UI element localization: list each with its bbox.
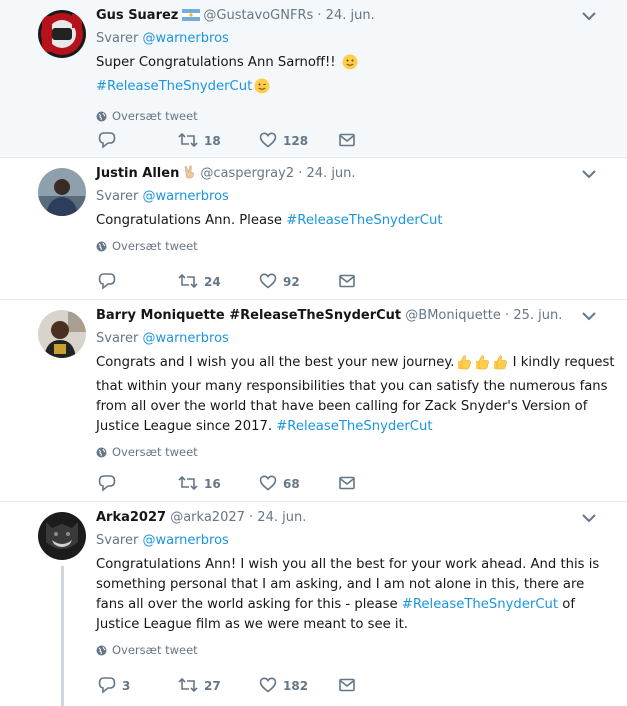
- tweet[interactable]: Arka2027 @arka2027 · 24. jun. Svarer @wa…: [0, 502, 627, 706]
- tweet-text: Super Congratulations Ann Sarnoff!! #Rel…: [96, 53, 615, 101]
- reply-icon: [98, 273, 116, 290]
- direct-message-icon: [339, 274, 355, 288]
- avatar[interactable]: [38, 512, 86, 560]
- chevron-down-icon[interactable]: [581, 11, 597, 21]
- translate-tweet-link[interactable]: Oversæt tweet: [96, 238, 615, 254]
- reply-button[interactable]: [98, 474, 122, 494]
- replies-feed: Gus Suarez @GustavoGNFRs · 24. jun. Svare…: [0, 0, 627, 706]
- tweet-actions: 24 92: [98, 272, 368, 292]
- tweet[interactable]: Barry Moniquette #ReleaseTheSnyderCut @B…: [0, 300, 627, 502]
- translate-tweet-link[interactable]: Oversæt tweet: [96, 444, 615, 460]
- display-name[interactable]: Arka2027: [96, 510, 166, 525]
- avatar[interactable]: [38, 310, 86, 358]
- chevron-down-icon[interactable]: [581, 311, 597, 321]
- like-icon: [259, 132, 277, 148]
- tweet[interactable]: Gus Suarez @GustavoGNFRs · 24. jun. Svare…: [0, 0, 627, 158]
- like-button[interactable]: 182: [259, 676, 308, 696]
- reply-to-user-link[interactable]: @warnerbros: [142, 189, 228, 204]
- tweet-actions: 3 27 182: [98, 676, 368, 696]
- reply-to-user-link[interactable]: @warnerbros: [142, 533, 228, 548]
- like-button[interactable]: 68: [259, 474, 300, 494]
- display-name[interactable]: Barry Moniquette #ReleaseTheSnyderCut: [96, 308, 401, 323]
- user-handle[interactable]: @arka2027: [170, 510, 245, 525]
- like-icon: [259, 677, 277, 693]
- direct-message-button[interactable]: [338, 272, 356, 292]
- like-button[interactable]: 92: [259, 272, 300, 292]
- thumbs-up-emoji: [456, 354, 472, 377]
- tweet-text: Congrats and I wish you all the best you…: [96, 354, 615, 434]
- victory-hand-icon: [183, 165, 197, 186]
- reply-button[interactable]: 3: [98, 676, 130, 696]
- chevron-down-icon[interactable]: [581, 513, 597, 523]
- hashtag-link[interactable]: #ReleaseTheSnyderCut: [286, 213, 442, 228]
- reply-context: Svarer @warnerbros: [96, 331, 229, 346]
- retweet-icon: [178, 475, 198, 491]
- reply-button[interactable]: [98, 131, 122, 151]
- direct-message-icon: [339, 476, 355, 490]
- like-icon: [259, 273, 277, 289]
- tweet-date[interactable]: 24. jun.: [307, 166, 356, 181]
- tweet-actions: 18 128: [98, 131, 368, 151]
- globe-icon: [96, 644, 107, 660]
- reply-icon: [98, 475, 116, 492]
- reply-icon: [98, 132, 116, 149]
- globe-icon: [96, 110, 107, 126]
- tweet-text: Congratulations Ann! I wish you all the …: [96, 557, 600, 632]
- user-handle[interactable]: @GustavoGNFRs: [203, 8, 313, 23]
- winking-face-emoji: [254, 78, 270, 101]
- retweet-button[interactable]: 24: [178, 272, 221, 292]
- reply-icon: [98, 677, 116, 694]
- retweet-icon: [178, 677, 198, 693]
- avatar[interactable]: [38, 10, 86, 58]
- user-handle[interactable]: @caspergray2: [200, 166, 294, 181]
- retweet-button[interactable]: 27: [178, 676, 221, 696]
- display-name[interactable]: Gus Suarez: [96, 8, 178, 23]
- reply-to-user-link[interactable]: @warnerbros: [142, 331, 228, 346]
- translate-tweet-link[interactable]: Oversæt tweet: [96, 108, 615, 124]
- retweet-button[interactable]: 16: [178, 474, 221, 494]
- hashtag-link[interactable]: #ReleaseTheSnyderCut: [402, 597, 558, 612]
- slightly-smiling-face-emoji: [342, 54, 358, 77]
- hashtag-link[interactable]: #ReleaseTheSnyderCut: [276, 419, 432, 434]
- tweet-text: Congratulations Ann. Please #ReleaseTheS…: [96, 213, 443, 228]
- chevron-down-icon[interactable]: [581, 169, 597, 179]
- reply-to-user-link[interactable]: @warnerbros: [142, 31, 228, 46]
- reply-context: Svarer @warnerbros: [96, 533, 229, 548]
- thumbs-up-emoji: [474, 354, 490, 377]
- tweet-actions: 16 68: [98, 474, 368, 494]
- reply-context: Svarer @warnerbros: [96, 189, 229, 204]
- tweet-date[interactable]: 25. jun.: [513, 308, 562, 323]
- like-icon: [259, 475, 277, 491]
- retweet-button[interactable]: 18: [178, 131, 221, 151]
- direct-message-icon: [339, 133, 355, 147]
- user-handle[interactable]: @BMoniquette: [405, 308, 501, 323]
- tweet[interactable]: Justin Allen @caspergray2 · 24. jun. Svar…: [0, 158, 627, 300]
- argentina-flag-icon: [182, 8, 201, 28]
- direct-message-button[interactable]: [338, 131, 356, 151]
- tweet-date[interactable]: 24. jun.: [257, 510, 306, 525]
- tweet-date[interactable]: 24. jun.: [326, 8, 375, 23]
- reply-context: Svarer @warnerbros: [96, 31, 229, 46]
- direct-message-button[interactable]: [338, 474, 356, 494]
- direct-message-button[interactable]: [338, 676, 356, 696]
- reply-button[interactable]: [98, 272, 122, 292]
- retweet-icon: [178, 132, 198, 148]
- globe-icon: [96, 446, 107, 462]
- retweet-icon: [178, 273, 198, 289]
- hashtag-link[interactable]: #ReleaseTheSnyderCut: [96, 79, 252, 94]
- thread-connector-line: [61, 566, 64, 706]
- avatar[interactable]: [38, 168, 86, 216]
- display-name[interactable]: Justin Allen: [96, 166, 179, 181]
- direct-message-icon: [339, 678, 355, 692]
- globe-icon: [96, 240, 107, 256]
- thumbs-up-emoji: [492, 354, 508, 377]
- like-button[interactable]: 128: [259, 131, 308, 151]
- translate-tweet-link[interactable]: Oversæt tweet: [96, 642, 615, 658]
